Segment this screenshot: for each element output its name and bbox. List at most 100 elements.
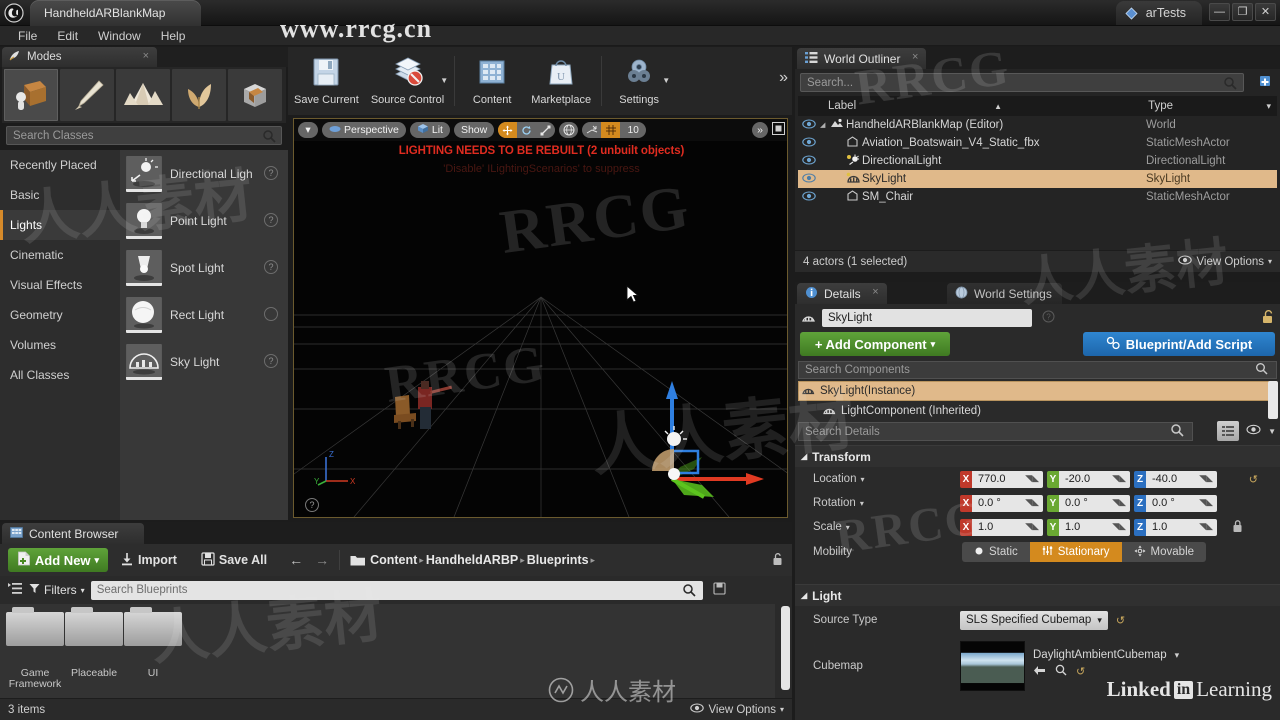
viewport-help-icon[interactable]: ? [305, 498, 319, 512]
scale-gizmo-button[interactable] [536, 122, 555, 138]
move-gizmo-button[interactable] [498, 122, 518, 138]
help-icon[interactable]: ? [264, 166, 278, 180]
spinner-arrows-icon[interactable]: ◥◣ [1025, 497, 1039, 508]
scale-z-field[interactable]: Z 1.0 ◥◣ [1134, 518, 1217, 536]
add-new-button[interactable]: Add New ▾ [8, 548, 108, 572]
world-space-icon[interactable] [559, 122, 578, 138]
level-viewport[interactable]: ▾ Perspective Lit Show 10 » LIGHTING NEE… [293, 118, 788, 518]
outliner-tab-close-icon[interactable]: × [912, 51, 918, 63]
category-lights[interactable]: Lights [0, 210, 120, 240]
spinner-arrows-icon[interactable]: ◥◣ [1025, 473, 1039, 484]
browse-back-icon[interactable] [1033, 665, 1046, 679]
search-classes-input[interactable]: Search Classes [6, 126, 282, 145]
sort-ascending-icon[interactable]: ▲ [994, 102, 1002, 111]
secondary-project-tab[interactable]: arTests [1115, 1, 1202, 25]
help-icon[interactable] [264, 307, 278, 321]
location-reset-icon[interactable]: ↺ [1249, 473, 1258, 486]
geometry-edit-mode-button[interactable] [228, 69, 282, 121]
spinner-arrows-icon[interactable]: ◥◣ [1112, 497, 1126, 508]
breadcrumb-handheldarbp[interactable]: HandheldARBP [424, 553, 520, 567]
marketplace-button[interactable]: U Marketplace [525, 50, 597, 112]
column-type[interactable]: Type [1148, 100, 1173, 112]
chevron-down-icon[interactable]: ▼ [1268, 427, 1276, 436]
scale-label-group[interactable]: Scale ▾ [795, 521, 960, 533]
spinner-arrows-icon[interactable]: ◥◣ [1112, 473, 1126, 484]
save-current-button[interactable]: Save Current [288, 50, 365, 112]
rotation-x-field[interactable]: X 0.0 ° ◥◣ [960, 494, 1043, 512]
category-recently-placed[interactable]: Recently Placed [0, 150, 120, 180]
table-row[interactable]: DirectionalLight DirectionalLight [798, 152, 1277, 170]
mobility-stationary-option[interactable]: Stationary [1029, 542, 1122, 562]
placeable-directional-light[interactable]: Directional Ligh ? [120, 150, 288, 197]
chevron-down-icon[interactable]: ▾ [860, 475, 864, 484]
chevron-down-icon[interactable]: ▾ [1175, 650, 1180, 661]
save-all-button[interactable]: Save All [189, 551, 279, 569]
visibility-eye-icon[interactable] [798, 154, 820, 168]
placeable-rect-light[interactable]: Rect Light [120, 291, 288, 338]
maximize-viewport-icon[interactable] [772, 122, 785, 138]
unlocked-padlock-icon[interactable] [1261, 309, 1274, 327]
nav-back-button[interactable]: ← [289, 552, 303, 568]
expander-icon[interactable]: ◢ [820, 121, 830, 129]
details-tab[interactable]: Details × [797, 283, 887, 304]
outliner-search-input[interactable]: Search... [800, 73, 1244, 92]
breadcrumb-blueprints[interactable]: Blueprints [525, 553, 591, 567]
table-row-selected[interactable]: SkyLight SkyLight [798, 170, 1277, 188]
component-tree-scrollbar[interactable] [1268, 381, 1278, 419]
viewport-overflow-button[interactable]: » [752, 122, 768, 138]
spinner-arrows-icon[interactable]: ◥◣ [1025, 521, 1039, 532]
grid-size-value[interactable]: 10 [620, 122, 646, 138]
visibility-eye-icon[interactable] [798, 136, 820, 150]
rotate-gizmo-button[interactable] [517, 122, 536, 138]
placeable-point-light[interactable]: Point Light ? [120, 197, 288, 244]
nav-forward-button[interactable]: → [315, 552, 329, 568]
menu-window[interactable]: Window [88, 26, 151, 46]
blueprint-add-script-button[interactable]: Blueprint/Add Script [1083, 332, 1275, 356]
source-control-button[interactable]: Source Control ▼ [365, 50, 450, 112]
component-row-lightcomponent[interactable]: LightComponent (Inherited) [798, 401, 1277, 421]
visibility-eye-icon[interactable] [798, 172, 820, 186]
details-list-view-button[interactable] [1217, 421, 1240, 441]
minimize-button[interactable]: — [1209, 3, 1230, 21]
outliner-add-button[interactable] [1259, 74, 1274, 91]
modes-tab-close-icon[interactable]: × [143, 50, 149, 62]
landscape-mode-button[interactable] [116, 69, 170, 121]
location-y-field[interactable]: Y -20.0 ◥◣ [1047, 470, 1130, 488]
category-cinematic[interactable]: Cinematic [0, 240, 120, 270]
light-section-header[interactable]: ◢ Light [795, 584, 1280, 606]
location-z-field[interactable]: Z -40.0 ◥◣ [1134, 470, 1217, 488]
content-view-options-label[interactable]: View Options [708, 704, 776, 716]
chevron-down-icon[interactable]: ▼ [440, 76, 448, 85]
folder-game-framework[interactable]: Game Framework [6, 607, 64, 690]
category-visual-effects[interactable]: Visual Effects [0, 270, 120, 300]
add-component-button[interactable]: + Add Component ▾ [800, 332, 950, 356]
surface-snap-icon[interactable] [582, 122, 601, 138]
content-browser-search-input[interactable]: Search Blueprints [90, 580, 703, 600]
component-search-input[interactable]: Search Components [798, 361, 1277, 379]
category-basic[interactable]: Basic [0, 180, 120, 210]
outliner-view-options-label[interactable]: View Options [1196, 256, 1264, 268]
cubemap-thumbnail[interactable] [960, 641, 1025, 691]
toolbar-overflow-button[interactable]: » [779, 69, 788, 87]
rotation-y-field[interactable]: Y 0.0 ° ◥◣ [1047, 494, 1130, 512]
category-geometry[interactable]: Geometry [0, 300, 120, 330]
place-mode-button[interactable] [4, 69, 58, 121]
table-row[interactable]: SM_Chair StaticMeshActor [798, 188, 1277, 206]
folder-placeable[interactable]: Placeable [65, 607, 123, 679]
chevron-down-icon[interactable]: ▾ [860, 499, 864, 508]
source-type-dropdown[interactable]: SLS Specified Cubemap ▾ [960, 610, 1108, 630]
breadcrumb-root-folder-icon[interactable] [340, 554, 368, 567]
grid-snap-icon[interactable] [601, 122, 621, 138]
source-type-reset-icon[interactable]: ↺ [1116, 614, 1125, 627]
spinner-arrows-icon[interactable]: ◥◣ [1199, 497, 1213, 508]
folder-ui[interactable]: UI [124, 607, 182, 679]
modes-tab[interactable]: Modes × [2, 47, 157, 67]
menu-edit[interactable]: Edit [47, 26, 88, 46]
save-search-icon[interactable] [713, 582, 726, 598]
column-filter-icon[interactable]: ▾ [1266, 101, 1271, 112]
settings-button[interactable]: Settings ▼ [606, 50, 672, 112]
chevron-down-icon[interactable]: ▾ [1268, 257, 1272, 266]
project-tab[interactable]: HandheldARBlankMap [30, 0, 202, 26]
table-row[interactable]: ◢ HandheldARBlankMap (Editor) World [798, 116, 1277, 134]
details-tab-close-icon[interactable]: × [872, 286, 878, 298]
